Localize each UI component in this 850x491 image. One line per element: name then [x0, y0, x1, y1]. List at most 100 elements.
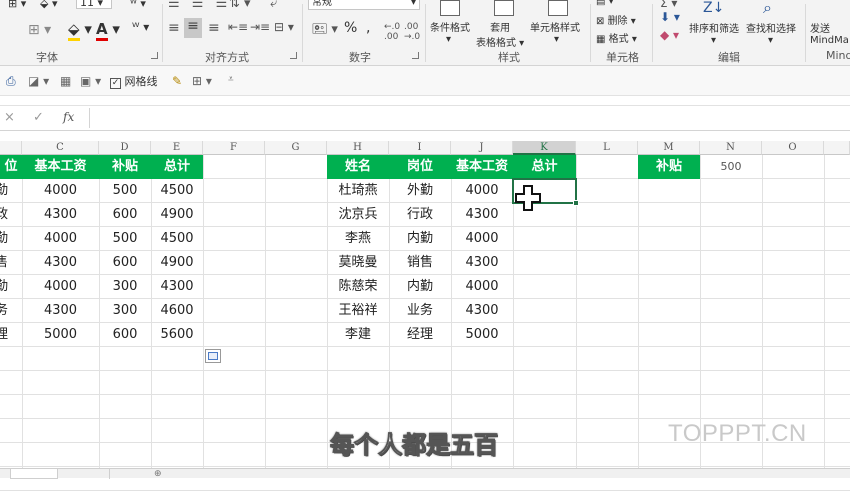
- right-table-cell[interactable]: 外勤: [389, 179, 451, 203]
- right-table-cell[interactable]: 沈京兵: [327, 203, 389, 227]
- column-header-G[interactable]: G: [265, 141, 327, 155]
- column-header-N[interactable]: N: [700, 141, 762, 155]
- phonetic-icon[interactable]: ᵂ ▾: [132, 20, 149, 34]
- left-table-cell[interactable]: 600: [99, 323, 151, 347]
- allowance-value-cell[interactable]: 500: [700, 155, 762, 179]
- column-header-H[interactable]: H: [327, 141, 389, 155]
- left-table-cell[interactable]: 500: [99, 227, 151, 251]
- left-table-cell[interactable]: 4300: [22, 299, 99, 323]
- left-table-cell[interactable]: 300: [99, 299, 151, 323]
- merge-center-icon[interactable]: ⊟ ▾: [274, 20, 294, 34]
- left-table-cell[interactable]: 勤: [0, 179, 22, 203]
- left-table-cell[interactable]: 4300: [22, 251, 99, 275]
- accounting-format-icon[interactable]: 🖭 ▾: [312, 20, 338, 42]
- column-header-I[interactable]: I: [389, 141, 451, 155]
- format-painter-icon[interactable]: ✎: [172, 74, 182, 88]
- cancel-icon[interactable]: ×: [4, 110, 15, 125]
- left-table-cell[interactable]: 勤: [0, 275, 22, 299]
- header-cell-total[interactable]: 总计: [513, 155, 576, 179]
- align-center-icon[interactable]: ≡: [184, 18, 202, 38]
- left-table-cell[interactable]: 4000: [22, 179, 99, 203]
- send-mindmanager-button[interactable]: 发送 MindMa: [810, 20, 849, 46]
- right-table-cell[interactable]: 王裕祥: [327, 299, 389, 323]
- header-cell-post[interactable]: 岗位: [389, 155, 451, 179]
- header-cell-position[interactable]: 位: [0, 155, 22, 179]
- conditional-format-button[interactable]: 条件格式 ▾: [430, 19, 470, 45]
- right-table-cell[interactable]: 李燕: [327, 227, 389, 251]
- gridlines-checkbox[interactable]: ✓ 网格线: [110, 73, 158, 89]
- column-header-E[interactable]: E: [151, 141, 203, 155]
- left-table-cell[interactable]: 售: [0, 251, 22, 275]
- grid-icon[interactable]: ▦: [60, 74, 71, 88]
- right-table-cell[interactable]: 陈慈荣: [327, 275, 389, 299]
- number-format-select[interactable]: 常规 ▾: [308, 0, 420, 10]
- font-size-select[interactable]: 11 ▾: [76, 0, 112, 9]
- right-table-cell[interactable]: 销售: [389, 251, 451, 275]
- left-table-cell[interactable]: 4300: [151, 275, 203, 299]
- header-cell-allowance[interactable]: 补贴: [99, 155, 151, 179]
- right-table-cell[interactable]: 4300: [451, 251, 513, 275]
- left-table-cell[interactable]: 600: [99, 203, 151, 227]
- header-cell-base-salary[interactable]: 基本工资: [22, 155, 99, 179]
- border-button[interactable]: ⊞ ▾: [8, 0, 26, 10]
- quick-analysis-icon[interactable]: [205, 349, 221, 363]
- right-table-cell[interactable]: 杜琦燕: [327, 179, 389, 203]
- left-table-cell[interactable]: 务: [0, 299, 22, 323]
- left-table-cell[interactable]: 勤: [0, 227, 22, 251]
- left-table-cell[interactable]: 4600: [151, 299, 203, 323]
- decrease-decimal-icon[interactable]: .00 →.0: [404, 22, 420, 42]
- right-table-cell[interactable]: 4000: [451, 227, 513, 251]
- increase-indent-icon[interactable]: ⇥≡: [250, 20, 270, 34]
- cell-styles-button[interactable]: 单元格样式 ▾: [530, 19, 580, 45]
- right-table-cell[interactable]: 莫晓曼: [327, 251, 389, 275]
- right-table-cell[interactable]: 李建: [327, 323, 389, 347]
- header-cell-base-salary[interactable]: 基本工资: [451, 155, 513, 179]
- print-icon[interactable]: ⎙: [6, 74, 16, 89]
- left-table-cell[interactable]: 理: [0, 323, 22, 347]
- column-header-B[interactable]: [0, 141, 22, 155]
- sort-filter-button[interactable]: 排序和筛选 ▾: [689, 20, 739, 46]
- decrease-indent-icon[interactable]: ⇤≡: [228, 20, 248, 34]
- right-table-cell[interactable]: 内勤: [389, 227, 451, 251]
- right-table-cell[interactable]: 4300: [451, 299, 513, 323]
- fill-handle[interactable]: [573, 200, 579, 206]
- number-dialog-launcher-icon[interactable]: [412, 52, 419, 59]
- right-table-cell[interactable]: 4000: [451, 275, 513, 299]
- enter-icon[interactable]: ✓: [33, 110, 44, 125]
- right-table-cell[interactable]: 4000: [451, 179, 513, 203]
- layout-icon[interactable]: ⊞ ▾: [192, 74, 212, 88]
- left-table-cell[interactable]: 5600: [151, 323, 203, 347]
- left-table-cell[interactable]: 5000: [22, 323, 99, 347]
- left-table-cell[interactable]: 4500: [151, 179, 203, 203]
- font-dialog-launcher-icon[interactable]: [151, 52, 158, 59]
- percent-button[interactable]: %: [344, 20, 357, 36]
- customize-toolbar-icon[interactable]: ⩡: [228, 74, 234, 85]
- align-right-icon[interactable]: ≡: [208, 20, 220, 36]
- column-header-J[interactable]: J: [451, 141, 513, 155]
- left-table-cell[interactable]: 4900: [151, 203, 203, 227]
- fill-color-icon[interactable]: ⬙ ▾: [68, 20, 92, 41]
- wrap-text-button[interactable]: ⤶: [270, 0, 277, 11]
- font-color-icon[interactable]: A ▾: [96, 20, 120, 41]
- border-icon[interactable]: ⊞ ▾: [28, 22, 51, 38]
- insert-function-icon[interactable]: fx: [63, 110, 74, 124]
- column-header-C[interactable]: C: [22, 141, 99, 155]
- phonetic-button[interactable]: ᵂ ▾: [130, 0, 146, 10]
- column-header-P[interactable]: [824, 141, 850, 155]
- column-header-K[interactable]: K: [513, 141, 576, 155]
- alignment-dialog-launcher-icon[interactable]: [290, 52, 297, 59]
- increase-decimal-icon[interactable]: ←.0.00: [384, 22, 400, 42]
- left-table-cell[interactable]: 4900: [151, 251, 203, 275]
- screen-icon[interactable]: ▣ ▾: [80, 74, 101, 88]
- align-left-icon[interactable]: ≡: [168, 20, 180, 36]
- fill-icon[interactable]: ⬇ ▾: [660, 10, 680, 24]
- fill-color-button[interactable]: ⬙ ▾: [40, 0, 57, 10]
- clear-icon[interactable]: ◆ ▾: [660, 28, 679, 42]
- insert-button[interactable]: ▤ ▾: [596, 0, 614, 7]
- comma-button[interactable]: ,: [366, 20, 370, 36]
- left-table-cell[interactable]: 4000: [22, 227, 99, 251]
- left-table-cell[interactable]: 4000: [22, 275, 99, 299]
- left-table-cell[interactable]: 政: [0, 203, 22, 227]
- right-table-cell[interactable]: 经理: [389, 323, 451, 347]
- autosum-icon[interactable]: Σ ▾: [660, 0, 677, 10]
